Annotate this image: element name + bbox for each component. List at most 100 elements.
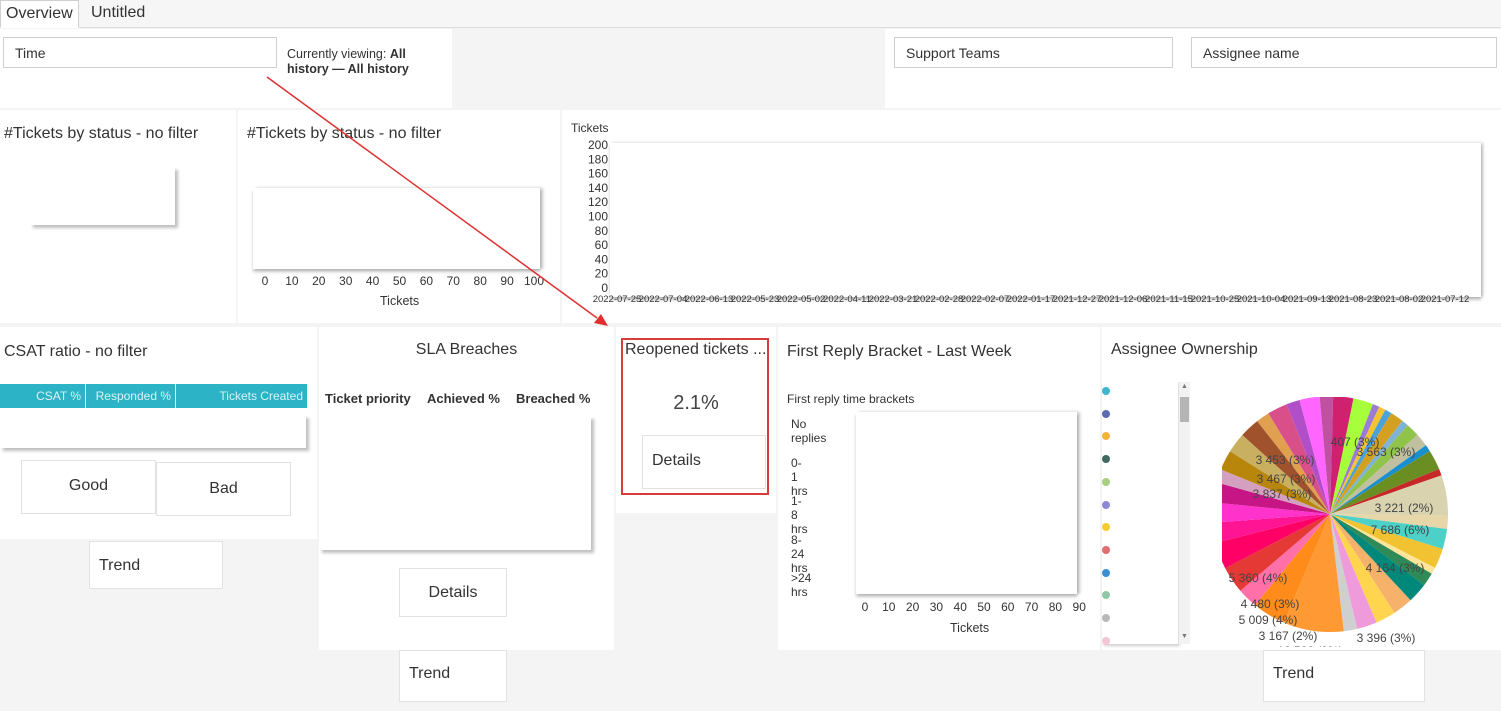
widget-title: #Tickets by status - no filter bbox=[4, 125, 199, 142]
x-tick-label: 90 bbox=[500, 274, 514, 288]
x-tick-label: 20 bbox=[906, 600, 920, 614]
legend-list bbox=[1102, 382, 1178, 645]
column-header: Tickets Created bbox=[219, 389, 303, 403]
y-tick-label: 180 bbox=[588, 152, 608, 166]
assignee-ownership-widget: Assignee Ownership ▲ ▼ 407 (3%) 3 563 (3%… bbox=[1102, 327, 1501, 650]
sla-trend-button[interactable]: Trend bbox=[399, 650, 507, 702]
pie-slice-label: 4 480 (3%) bbox=[1241, 597, 1300, 611]
pie-slice-label: 3 453 (3%) bbox=[1256, 453, 1315, 467]
first-reply-widget: First Reply Bracket - Last Week First re… bbox=[778, 327, 1100, 650]
legend-dot[interactable] bbox=[1102, 455, 1110, 464]
x-tick-label: 2021-08-02 bbox=[1375, 294, 1424, 305]
x-axis-label: Tickets bbox=[380, 294, 420, 308]
column-header: Ticket priority bbox=[325, 391, 411, 406]
tickets-timeline-widget: Tickets 200 180 160 140 120 100 80 60 40 20 0 2022… bbox=[562, 110, 1501, 323]
x-tick-label: 20 bbox=[312, 274, 326, 288]
y-tick-label: 160 bbox=[588, 167, 608, 181]
x-tick-label: 50 bbox=[393, 274, 407, 288]
x-tick-label: 2021-10-25 bbox=[1191, 294, 1240, 305]
x-tick-label: 90 bbox=[1073, 600, 1087, 614]
pie-slice-label: 3 396 (3%) bbox=[1357, 631, 1416, 645]
x-tick-label: 2021-08-23 bbox=[1329, 294, 1378, 305]
legend-dot[interactable] bbox=[1102, 409, 1110, 418]
x-tick-label: 2022-07-25 bbox=[593, 294, 642, 305]
csat-table-header: CSAT % Responded % Tickets Created bbox=[0, 384, 307, 408]
scroll-up-icon[interactable]: ▲ bbox=[1181, 383, 1188, 390]
tab-untitled[interactable]: Untitled bbox=[86, 0, 150, 28]
sla-table-body bbox=[319, 416, 591, 550]
csat-widget: CSAT ratio - no filter CSAT % Responded … bbox=[0, 327, 317, 539]
y-tick-label: 100 bbox=[588, 210, 608, 224]
x-tick-label: 0 bbox=[262, 274, 269, 288]
currently-viewing-prefix: Currently viewing: bbox=[287, 47, 387, 61]
sla-details-button[interactable]: Details bbox=[399, 568, 507, 617]
good-button[interactable]: Good bbox=[21, 460, 156, 514]
y-tick-label: 140 bbox=[588, 181, 608, 195]
pie-slice-label: 5 009 (4%) bbox=[1239, 613, 1298, 627]
tab-overview[interactable]: Overview bbox=[0, 0, 79, 28]
legend-dot[interactable] bbox=[1102, 636, 1110, 645]
csat-trend-button[interactable]: Trend bbox=[89, 541, 223, 589]
tickets-by-status-widget-2: #Tickets by status - no filter 0 10 20 30 40… bbox=[238, 110, 560, 323]
bar-axis: 0 10 20 30 40 50 60 70 80 90 100 bbox=[262, 274, 545, 288]
y-tick-label: 60 bbox=[595, 238, 609, 252]
first-reply-axis: 0 10 20 30 40 50 60 70 80 90 bbox=[862, 600, 1087, 614]
scrollbar-thumb[interactable] bbox=[1180, 397, 1189, 422]
x-tick-label: 70 bbox=[447, 274, 461, 288]
y-tick-label: 120 bbox=[588, 195, 608, 209]
legend-dot[interactable] bbox=[1102, 387, 1110, 395]
pie-slice-label: 3 467 (3%) bbox=[1257, 472, 1316, 486]
tickets-by-status-widget-1: #Tickets by status - no filter bbox=[0, 110, 236, 323]
legend-dot[interactable] bbox=[1102, 545, 1110, 554]
legend-dot[interactable] bbox=[1102, 477, 1110, 486]
column-header: Breached % bbox=[516, 391, 591, 406]
x-tick-label: 2021-11-15 bbox=[1145, 294, 1193, 305]
x-tick-label: 2022-01-17 bbox=[1007, 294, 1056, 305]
y-tick-label: 20 bbox=[595, 267, 609, 281]
csat-table-body bbox=[0, 415, 306, 448]
x-tick-label: 0 bbox=[862, 600, 869, 614]
x-tick-label: 50 bbox=[977, 600, 991, 614]
scroll-down-icon[interactable]: ▼ bbox=[1181, 633, 1188, 640]
x-tick-label: 30 bbox=[930, 600, 944, 614]
pie-slice-label: 3 167 (2%) bbox=[1259, 629, 1318, 643]
x-tick-label: 60 bbox=[1001, 600, 1015, 614]
x-tick-label: 30 bbox=[339, 274, 353, 288]
pie-slice-label: 4 164 (3%) bbox=[1366, 561, 1425, 575]
y-tick-label: 0 bbox=[601, 281, 608, 295]
legend-dot[interactable] bbox=[1102, 568, 1110, 577]
x-tick-label: 10 bbox=[285, 274, 299, 288]
x-tick-label: 2022-06-13 bbox=[685, 294, 734, 305]
highlight-box bbox=[621, 338, 769, 495]
assignee-trend-button[interactable]: Trend bbox=[1263, 650, 1425, 702]
legend-dot[interactable] bbox=[1102, 591, 1110, 600]
x-tick-label: 80 bbox=[1049, 600, 1063, 614]
timeline-axes: 200180160140120100806040200 2022-07-2520… bbox=[588, 138, 1470, 305]
legend-dot[interactable] bbox=[1102, 614, 1110, 622]
bad-button[interactable]: Bad bbox=[156, 462, 291, 516]
column-header: CSAT % bbox=[0, 384, 86, 408]
legend-dot[interactable] bbox=[1102, 500, 1110, 509]
assignee-name-filter[interactable]: Assignee name bbox=[1191, 37, 1497, 68]
legend-dot[interactable] bbox=[1102, 432, 1110, 441]
support-teams-filter[interactable]: Support Teams bbox=[894, 37, 1173, 68]
column-header: Responded % bbox=[86, 384, 176, 408]
x-tick-label: 80 bbox=[474, 274, 488, 288]
pie-slice-label: 7 686 (6%) bbox=[1371, 523, 1430, 537]
x-tick-label: 2021-12-27 bbox=[1053, 294, 1102, 305]
sla-breaches-widget: SLA Breaches Ticket priority Achieved % … bbox=[319, 327, 614, 650]
empty-chart-card bbox=[30, 167, 175, 225]
widget-title: CSAT ratio - no filter bbox=[4, 343, 148, 360]
x-tick-label: 2021-10-04 bbox=[1237, 294, 1286, 305]
legend-dot[interactable] bbox=[1102, 523, 1110, 532]
x-tick-label: 2022-02-07 bbox=[961, 294, 1010, 305]
pie-slice-label: 5 360 (4%) bbox=[1229, 571, 1288, 585]
legend-scrollbar[interactable]: ▲ ▼ bbox=[1178, 382, 1190, 644]
x-tick-label: 2021-07-12 bbox=[1421, 294, 1470, 305]
pie-slice-label: 3 563 (3%) bbox=[1357, 445, 1416, 459]
time-filter-input[interactable]: Time bbox=[3, 37, 277, 68]
x-tick-label: 100 bbox=[524, 274, 544, 288]
pie-slice-label: 3 837 (3%) bbox=[1253, 487, 1312, 501]
column-header: Achieved % bbox=[427, 391, 500, 406]
x-tick-label: 10 bbox=[882, 600, 896, 614]
